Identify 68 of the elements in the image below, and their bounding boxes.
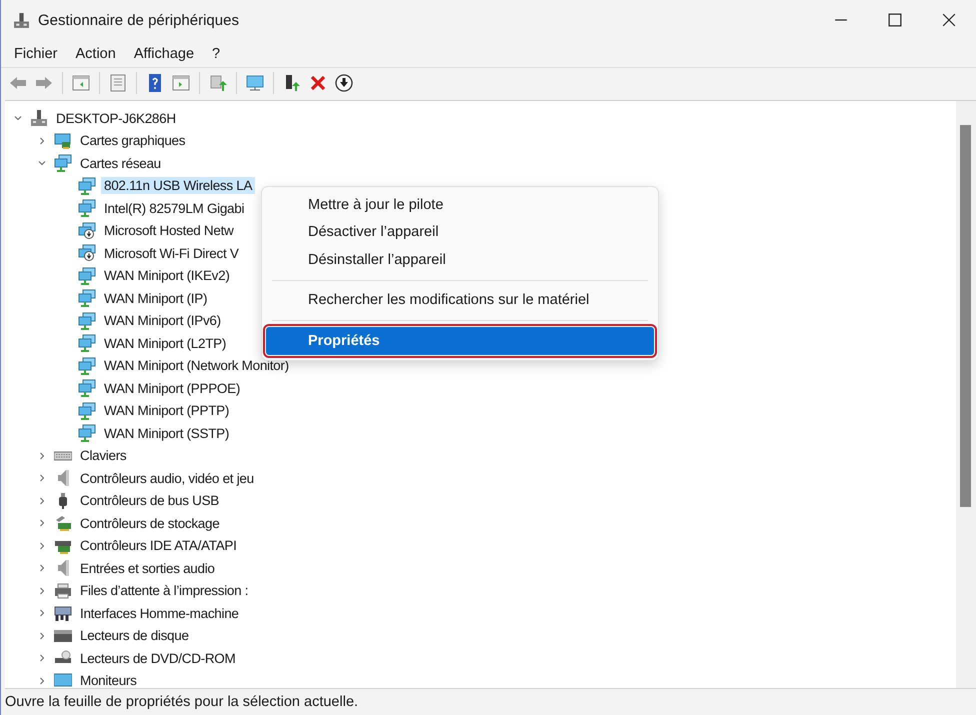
- tree-item[interactable]: Moniteurs: [77, 672, 140, 690]
- network-adapter-icon: [78, 244, 96, 262]
- chevron-icon[interactable]: [37, 586, 47, 596]
- menu-item[interactable]: Fichier: [6, 44, 66, 64]
- computer-icon: [30, 109, 48, 128]
- network-adapter-icon: [78, 222, 96, 240]
- menu-item[interactable]: Mettre à jour le pilote: [266, 191, 654, 218]
- network-adapter-icon: [54, 154, 72, 172]
- tree-item[interactable]: WAN Miniport (IKEv2): [101, 267, 233, 284]
- chevron-icon[interactable]: [37, 136, 47, 146]
- tree-item[interactable]: Contrôleurs de bus USB: [77, 492, 222, 510]
- chevron-icon[interactable]: [37, 473, 47, 484]
- tree-item[interactable]: Cartes réseau: [77, 154, 164, 172]
- network-adapter-icon: [78, 356, 96, 375]
- menu-item[interactable]: Désinstaller l’appareil: [266, 246, 654, 274]
- tree-item[interactable]: 802.11n USB Wireless LA: [101, 177, 256, 194]
- tree-item[interactable]: Lecteurs de disque: [77, 627, 192, 644]
- menu-item[interactable]: Action: [68, 44, 124, 64]
- tree-item[interactable]: WAN Miniport (PPTP): [101, 402, 232, 420]
- network-adapter-icon: [78, 402, 96, 420]
- chevron-icon[interactable]: [37, 518, 47, 528]
- storage-controller-icon: [54, 514, 72, 532]
- chevron-icon[interactable]: [37, 676, 47, 686]
- network-adapter-icon: [78, 379, 96, 398]
- computer-icon: [13, 12, 30, 28]
- tree-item[interactable]: Contrôleurs de stockage: [77, 514, 222, 532]
- tree-item[interactable]: Files d’attente à l’impression :: [77, 582, 252, 600]
- chevron-icon[interactable]: [37, 450, 47, 461]
- network-adapter-icon: [78, 199, 96, 218]
- tree-item[interactable]: WAN Miniport (SSTP): [101, 424, 232, 442]
- tree-item[interactable]: Microsoft Wi-Fi Direct V: [101, 244, 242, 262]
- network-adapter-icon: [78, 289, 96, 308]
- menu-item[interactable]: Rechercher les modifications sur le matériel: [266, 286, 654, 314]
- printer-icon: [54, 582, 72, 600]
- chevron-icon[interactable]: [37, 496, 47, 506]
- network-adapter-icon: [78, 176, 96, 195]
- tree-item[interactable]: DESKTOP-J6K286H: [53, 110, 179, 127]
- tree-item[interactable]: WAN Miniport (L2TP): [101, 334, 230, 352]
- tree-item[interactable]: Lecteurs de DVD/CD-ROM: [77, 650, 238, 667]
- chevron-icon[interactable]: [37, 653, 47, 664]
- network-adapter-icon: [78, 266, 96, 285]
- menu-item[interactable]: Désactiver l’appareil: [266, 218, 654, 246]
- tree-item[interactable]: Microsoft Hosted Netw: [101, 222, 236, 240]
- tree-item[interactable]: Intel(R) 82579LM Gigabi: [101, 200, 248, 217]
- tree-item[interactable]: WAN Miniport (IP): [101, 290, 210, 307]
- tree-item[interactable]: Entrées et sorties audio: [77, 560, 218, 577]
- tree-item[interactable]: WAN Miniport (IPv6): [101, 312, 224, 330]
- window-title: Gestionnaire de périphériques: [38, 12, 239, 28]
- network-adapter-icon: [78, 334, 96, 352]
- tree-item[interactable]: Interfaces Homme-machine: [77, 604, 242, 622]
- tree-item[interactable]: Cartes graphiques: [77, 132, 188, 150]
- network-adapter-icon: [78, 312, 96, 330]
- tree-item[interactable]: Contrôleurs audio, vidéo et jeu: [77, 470, 257, 487]
- hid-device-icon: [54, 604, 72, 622]
- display-adapter-icon: [54, 132, 72, 150]
- tree-item[interactable]: WAN Miniport (PPPOE): [101, 380, 244, 397]
- scrollbar[interactable]: [956, 101, 976, 688]
- menu-item[interactable]: ?: [204, 44, 228, 64]
- tree-item[interactable]: WAN Miniport (Network Monitor): [101, 357, 292, 374]
- network-adapter-icon: [78, 424, 96, 442]
- chevron-icon[interactable]: [37, 630, 47, 641]
- tree-item[interactable]: Contrôleurs IDE ATA/ATAPI: [77, 537, 240, 554]
- chevron-icon[interactable]: [37, 608, 47, 618]
- chevron-icon[interactable]: [37, 540, 47, 551]
- menu-item[interactable]: Affichage: [126, 44, 202, 64]
- tree-item[interactable]: Claviers: [77, 447, 130, 464]
- chevron-icon[interactable]: [37, 563, 47, 574]
- menu-item[interactable]: Propriétés: [266, 327, 654, 354]
